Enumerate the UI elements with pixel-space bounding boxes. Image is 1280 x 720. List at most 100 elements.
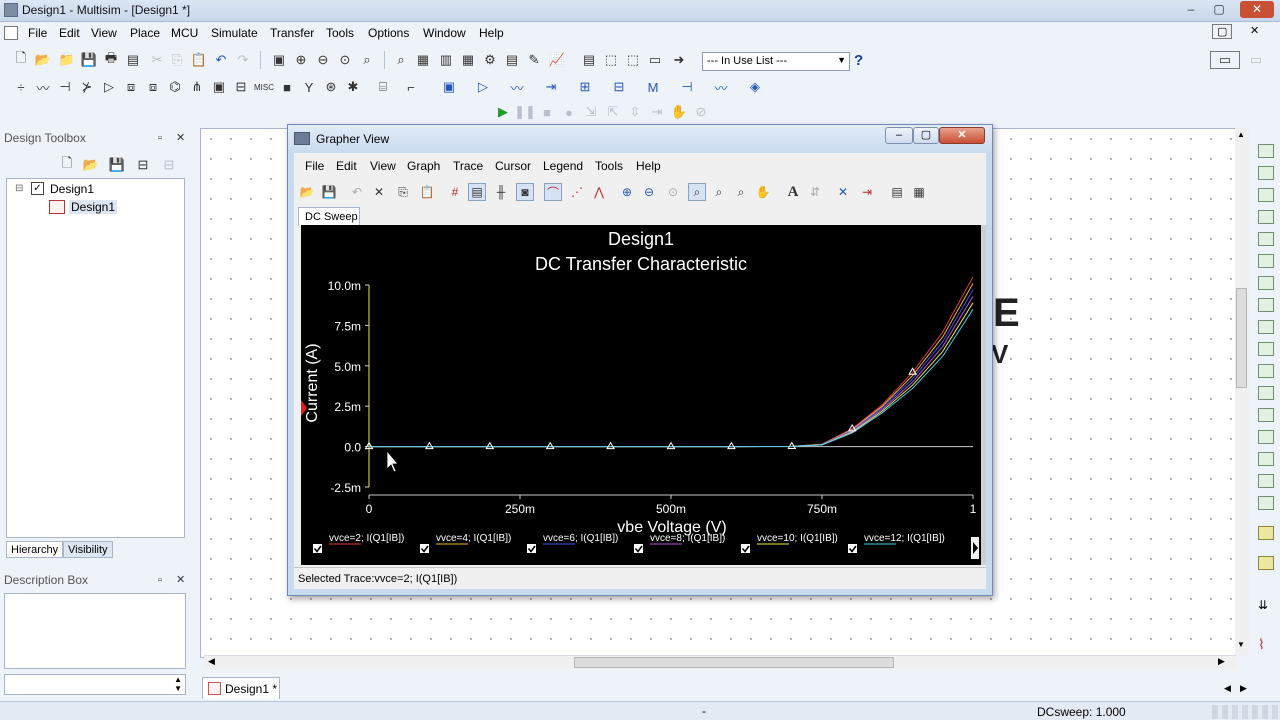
zoom-x-icon[interactable]: ⊙ (664, 183, 682, 201)
legend-toggle-icon[interactable]: ▤ (468, 183, 486, 201)
misc-digital-icon[interactable]: ⌬ (166, 78, 184, 96)
spreadsheet-icon[interactable]: ▦ (414, 51, 432, 69)
save-design-icon[interactable]: 💾 (108, 156, 126, 174)
zoom-full-icon[interactable]: ⌕ (688, 183, 706, 201)
source-icon[interactable]: ÷ (12, 78, 30, 96)
print-icon[interactable]: ▤ (888, 183, 906, 201)
spectrum-analyzer-icon[interactable] (1258, 408, 1274, 422)
mixed-icon[interactable]: ⋔ (188, 78, 206, 96)
minimize-button[interactable]: – (1177, 1, 1205, 18)
rf-icon[interactable]: Y (300, 78, 318, 96)
frequency-counter-icon[interactable] (1258, 276, 1274, 290)
open-icon[interactable]: 📂 (298, 183, 316, 201)
misc-icon[interactable]: MISC (254, 78, 274, 96)
grapher-menu-trace[interactable]: Trace (453, 159, 483, 173)
grid-toggle-icon[interactable]: # (446, 183, 464, 201)
show-lines-markers-icon[interactable]: ⋀ (590, 183, 608, 201)
zoom-y-icon[interactable]: ⌕ (710, 183, 728, 201)
zoom-xy-icon[interactable]: ⌕ (732, 183, 750, 201)
menu-window[interactable]: Window (423, 26, 466, 40)
ttl-icon[interactable]: ⧈ (122, 78, 140, 96)
workspace-horizontal-scrollbar[interactable]: ◀ ▶ (204, 655, 1236, 669)
grapher-icon[interactable]: 📈 (548, 51, 566, 69)
stop-icon[interactable]: ■ (538, 103, 556, 121)
pan-icon[interactable]: ✋ (754, 183, 772, 201)
export-excel-icon[interactable]: ⇥ (858, 183, 876, 201)
undo-icon[interactable]: ↶ (212, 51, 230, 69)
transfer-icon[interactable]: ➜ (670, 51, 688, 69)
scroll-right-icon[interactable]: ▶ (1218, 656, 1225, 667)
new-design-icon[interactable]: 🗋 (58, 155, 76, 174)
zoom-area-icon[interactable]: ⊙ (336, 51, 354, 69)
menu-view[interactable]: View (91, 26, 117, 40)
menu-mcu[interactable]: MCU (171, 26, 198, 40)
open-design-icon[interactable]: 📂 (82, 156, 100, 174)
dc-sweep-plot[interactable]: Design1 DC Transfer Characteristic vbe V… (301, 225, 981, 565)
database-icon[interactable]: ▥ (437, 51, 455, 69)
tree-root-design[interactable]: Design1 (50, 182, 94, 196)
remove-breakpoints-icon[interactable]: ⊘ (692, 103, 710, 121)
add-text-icon[interactable]: A (784, 183, 802, 201)
spin-down-icon[interactable]: ▼ (174, 684, 182, 693)
labview-instrument-icon[interactable] (1258, 526, 1274, 540)
undo-icon[interactable]: ↶ (348, 183, 366, 201)
mdi-restore-button[interactable]: ▢ (1212, 24, 1233, 39)
scroll-down-icon[interactable]: ▼ (1237, 640, 1245, 649)
step-into-icon[interactable]: ⇲ (582, 103, 600, 121)
logic-converter-instrument-icon[interactable] (1258, 342, 1274, 356)
logic-analyzer-instrument-icon[interactable] (1258, 320, 1274, 334)
multimeter-icon[interactable]: ⊞ (576, 78, 594, 96)
show-lines-icon[interactable]: ⌒ (544, 183, 562, 201)
variant-icon[interactable]: ▭ (646, 51, 664, 69)
measurement-probe-icon[interactable]: ⌇ (1258, 636, 1274, 652)
distortion-analyzer-icon[interactable] (1258, 386, 1274, 400)
maximize-button[interactable]: ▢ (1205, 1, 1233, 18)
panel-close-icon[interactable]: ✕ (176, 573, 185, 586)
grapher-menu-graph[interactable]: Graph (407, 159, 440, 173)
simulation-switch-icon[interactable]: ▣ (440, 78, 458, 96)
grapher-close-button[interactable]: ✕ (939, 127, 985, 144)
step-over-icon[interactable]: ⇱ (604, 103, 622, 121)
function-generator-instrument-icon[interactable] (1258, 166, 1274, 180)
zoom-out-icon[interactable]: ⊖ (640, 183, 658, 201)
menu-simulate[interactable]: Simulate (211, 26, 258, 40)
pcb-layout-icon[interactable]: ▭ (1210, 51, 1240, 69)
open-folder-icon[interactable]: 📁 (58, 51, 76, 69)
cursors-toggle-icon[interactable]: ╫ (492, 183, 510, 201)
transistor-icon[interactable]: ⊁ (78, 78, 96, 96)
breakpoint-icon[interactable]: ✋ (670, 103, 688, 121)
postprocessor-icon[interactable]: ▤ (580, 51, 598, 69)
pin-icon[interactable]: ▫ (158, 132, 162, 144)
close-design-icon[interactable]: ⊟ (134, 156, 152, 174)
pause-next-icon[interactable]: ● (560, 103, 578, 121)
paste-icon[interactable]: 📋 (190, 51, 208, 69)
paste-icon[interactable]: 📋 (418, 183, 436, 201)
grapher-maximize-button[interactable]: ▢ (913, 127, 939, 144)
network-analyzer-icon[interactable] (1258, 430, 1274, 444)
tab-scroll-right-icon[interactable]: ▶ (1240, 683, 1247, 694)
menu-file[interactable]: File (28, 26, 47, 40)
grapher-minimize-button[interactable]: – (885, 127, 913, 144)
print-preview-icon[interactable]: ▦ (910, 183, 928, 201)
current-probe-icon[interactable]: ⇊ (1258, 598, 1274, 612)
tab-visibility[interactable]: Visibility (63, 541, 113, 558)
cut-icon[interactable]: ✕ (370, 183, 388, 201)
power-icon[interactable]: ⊟ (232, 78, 250, 96)
menu-options[interactable]: Options (368, 26, 409, 40)
probe-icon[interactable]: ⊟ (610, 78, 628, 96)
labview-icon[interactable]: ◈ (746, 78, 764, 96)
panel-close-icon[interactable]: ✕ (176, 131, 185, 144)
netlist-icon[interactable]: ▤ (503, 51, 521, 69)
vscroll-thumb[interactable] (1236, 288, 1247, 388)
tab-scroll-left-icon[interactable]: ◀ (1224, 683, 1231, 694)
print-icon[interactable]: 🖶 (102, 50, 120, 69)
multimeter-instrument-icon[interactable] (1258, 144, 1274, 158)
full-screen-icon[interactable]: ▣ (270, 51, 288, 69)
zoom-in-icon[interactable]: ⊕ (618, 183, 636, 201)
run-to-cursor-icon[interactable]: ⇥ (648, 103, 666, 121)
iv-analyzer-instrument-icon[interactable] (1258, 364, 1274, 378)
electromechanical-icon[interactable]: ⊛ (322, 78, 340, 96)
copy-icon[interactable]: ⎘ (394, 183, 412, 201)
wattmeter-icon[interactable]: ⇥ (542, 78, 560, 96)
open-icon[interactable]: 📂 (34, 51, 52, 69)
